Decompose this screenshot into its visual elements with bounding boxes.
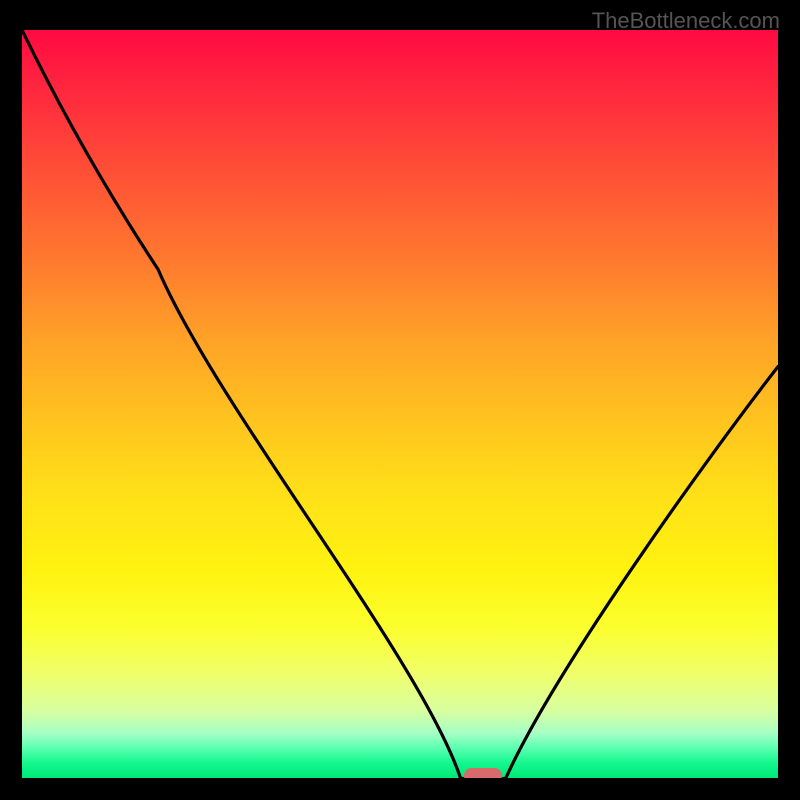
watermark-text: TheBottleneck.com: [592, 8, 780, 34]
chart-plot-area: [22, 30, 778, 778]
bottleneck-curve: [22, 30, 778, 778]
optimal-point-marker: [464, 768, 502, 778]
